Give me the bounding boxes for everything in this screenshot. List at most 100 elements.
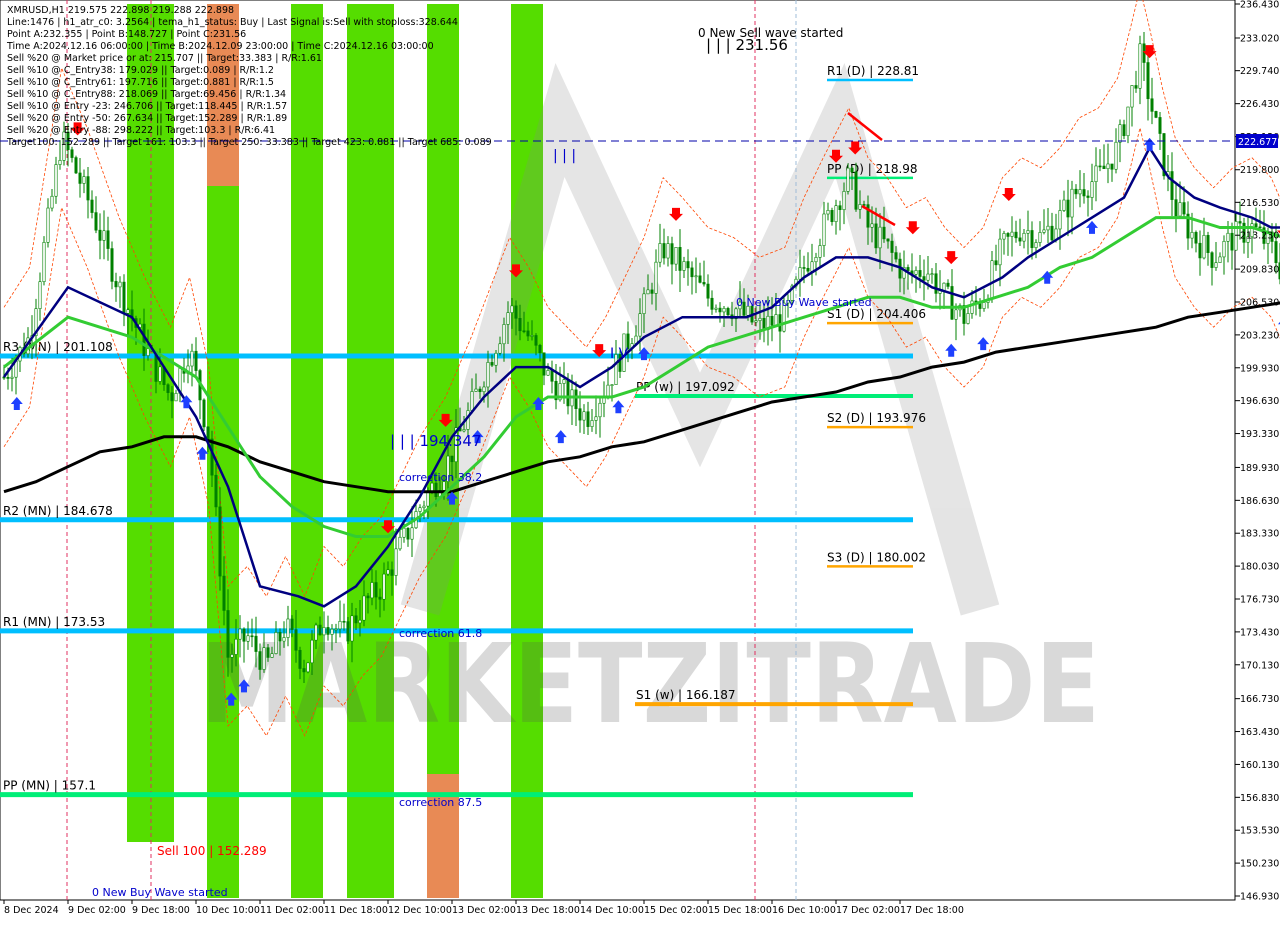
candle-body [398, 536, 402, 550]
candle-body [582, 411, 586, 421]
candle-body [78, 172, 82, 184]
candle-body [722, 308, 726, 313]
candle-body [1226, 232, 1230, 242]
candle-body [226, 610, 230, 658]
candle-body [538, 345, 542, 354]
wave-iv-label: I V [610, 346, 629, 362]
candle-body [510, 305, 514, 313]
candle-body [506, 312, 510, 325]
candle-body [338, 620, 342, 630]
x-tick-label: 11 Dec 18:00 [324, 905, 388, 916]
candle-body [1038, 232, 1042, 243]
candle-body [1066, 199, 1070, 218]
candle-body [1026, 230, 1030, 234]
candle-body [670, 243, 674, 265]
x-tick-label: 17 Dec 18:00 [900, 905, 964, 916]
y-tick-label: 173.430 [1240, 627, 1279, 638]
candle-body [906, 267, 910, 272]
candle-body [1230, 232, 1234, 251]
candle-body [302, 668, 306, 673]
candle-body [322, 627, 326, 636]
candle-body [1138, 43, 1142, 89]
candle-body [646, 289, 650, 295]
candle-body [306, 662, 310, 673]
y-tick-label: 209.830 [1240, 265, 1279, 276]
candle-body [1206, 235, 1210, 253]
candle-body [374, 582, 378, 598]
price-chart[interactable]: MARKETZITRADE R3 (MN) | 201.108R2 (MN) |… [0, 0, 1280, 920]
info-line: Target100: 152.289 || Target 161: 103.3 … [6, 137, 492, 148]
candle-body [406, 527, 410, 540]
y-tick-label: 226.430 [1240, 99, 1279, 110]
candle-body [1114, 141, 1118, 170]
candle-body [918, 270, 922, 277]
candle-body [702, 282, 706, 285]
candle-body [1254, 223, 1258, 228]
candle-body [854, 171, 858, 210]
candle-body [826, 210, 830, 215]
candle-body [82, 176, 86, 184]
y-tick-label: 199.930 [1240, 363, 1279, 374]
candle-body [1146, 62, 1150, 100]
y-tick-label: 206.530 [1240, 297, 1279, 308]
candle-body [502, 324, 506, 345]
y-tick-label: 196.630 [1240, 396, 1279, 407]
candle-body [378, 596, 382, 600]
candle-body [850, 167, 854, 173]
x-tick-label: 12 Dec 10:00 [388, 905, 452, 916]
candle-body [470, 391, 474, 411]
candle-body [566, 379, 570, 407]
candle-body [142, 323, 146, 356]
candle-body [1118, 124, 1122, 143]
candle-body [462, 429, 466, 432]
candle-body [110, 248, 114, 282]
candle-body [698, 275, 702, 283]
candle-body [830, 210, 834, 222]
y-tick-label: 189.930 [1240, 463, 1279, 474]
candle-body [726, 308, 730, 316]
candle-body [122, 281, 126, 314]
buy-wave-top-label: 0 New Buy Wave started [736, 296, 872, 309]
x-tick-label: 14 Dec 10:00 [580, 905, 644, 916]
candle-body [98, 229, 102, 241]
candle-body [1106, 163, 1110, 170]
candle-body [286, 618, 290, 638]
candle-body [194, 350, 198, 371]
candle-body [1198, 242, 1202, 259]
candle-body [346, 621, 350, 642]
candle-body [846, 167, 850, 192]
candle-body [834, 205, 838, 222]
time-axis: 8 Dec 2024 9 Dec 02:00 9 Dec 18:00 10 Dec 1… [3, 900, 964, 916]
candle-body [318, 624, 322, 636]
candle-body [390, 569, 394, 576]
candle-body [486, 362, 490, 388]
y-tick-label: 229.740 [1240, 66, 1279, 77]
info-line: Sell %10 @ C_Entry38: 179.029 || Target:… [7, 65, 274, 76]
candle-body [94, 212, 98, 231]
candle-body [1182, 202, 1186, 215]
candle-body [1210, 252, 1214, 268]
candle-body [594, 416, 598, 421]
candle-body [1202, 235, 1206, 259]
y-tick-label: 216.530 [1240, 198, 1279, 209]
candle-body [478, 388, 482, 393]
info-line: Line:1476 | h1_atr_c0: 3.2564 | tema_h1_… [7, 17, 458, 28]
candle-body [842, 191, 846, 210]
candle-body [6, 377, 10, 379]
candle-body [1062, 199, 1066, 211]
candle-body [258, 651, 262, 670]
candle-body [586, 411, 590, 427]
candle-body [42, 242, 46, 282]
candle-body [770, 315, 774, 326]
candle-body [1122, 124, 1126, 137]
candle-body [290, 618, 294, 630]
candle-body [546, 370, 550, 376]
candle-body [1094, 165, 1098, 182]
y-tick-label: 233.020 [1240, 33, 1279, 44]
candle-body [170, 392, 174, 402]
candle-body [1034, 242, 1038, 248]
candle-body [118, 281, 122, 288]
candle-body [814, 257, 818, 263]
level-label: S1 (D) | 204.406 [827, 307, 926, 321]
candle-body [950, 286, 954, 320]
